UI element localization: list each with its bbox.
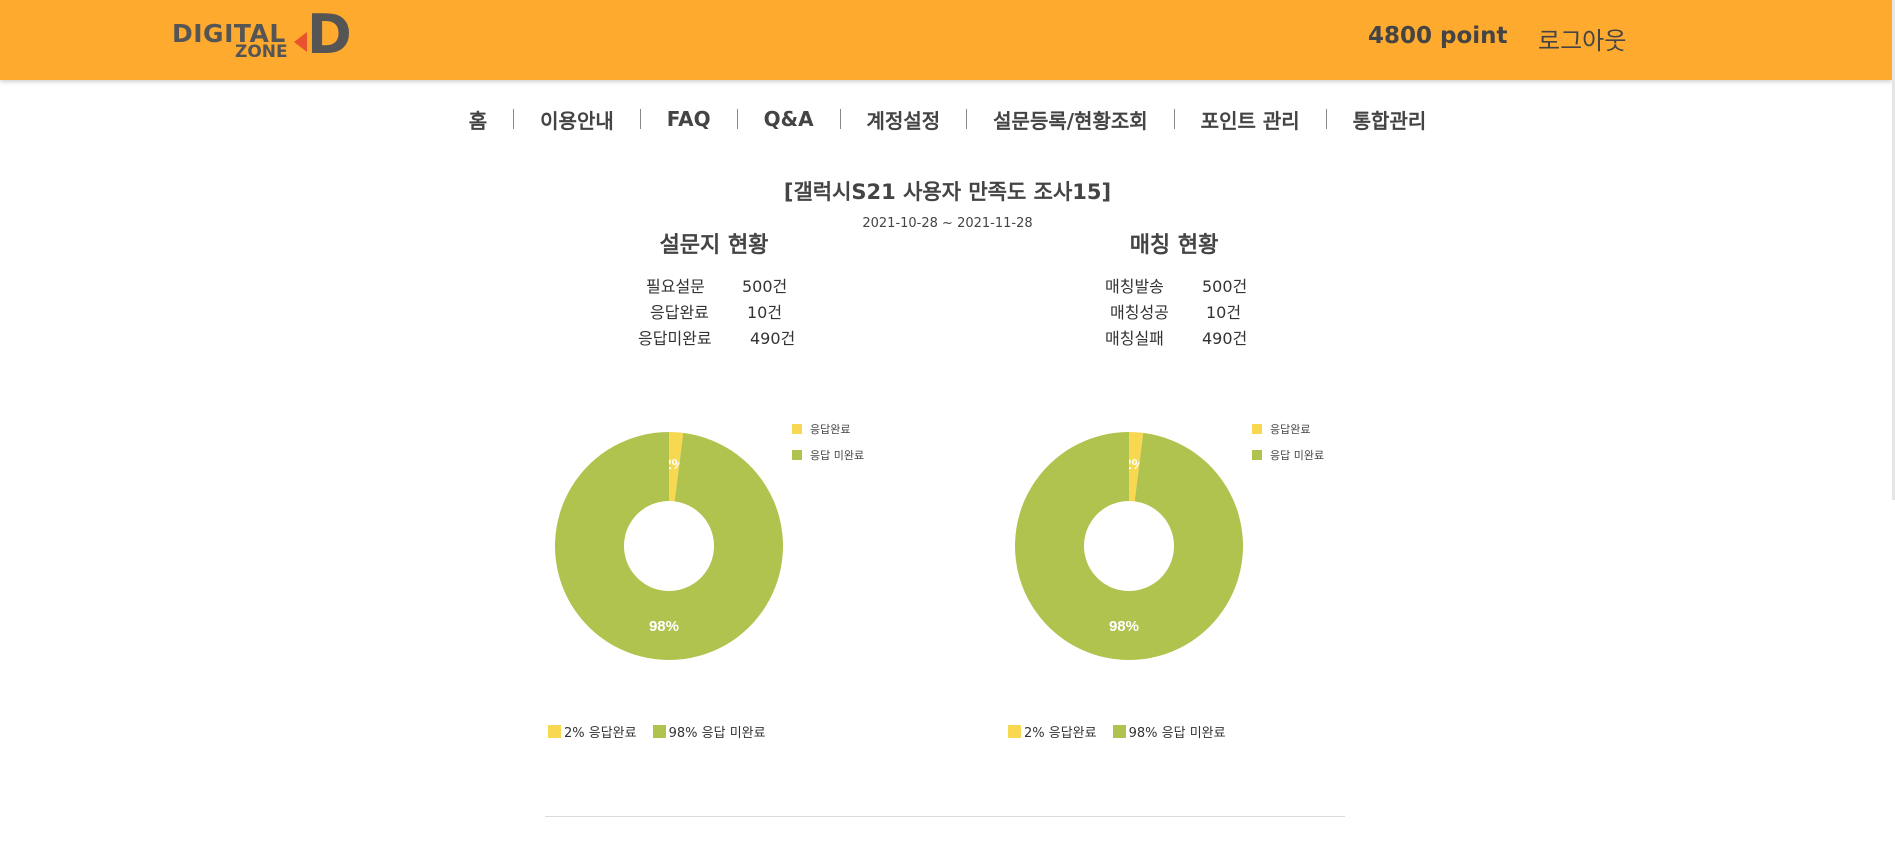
stat-label: 매칭발송 <box>1105 277 1164 296</box>
legend-label: 98% 응답 미완료 <box>668 726 766 741</box>
nav-faq[interactable]: FAQ <box>666 107 712 131</box>
survey-title: [갤럭시S21 사용자 만족도 조사15] <box>783 180 1112 204</box>
legend-label: 2% 응답완료 <box>1024 726 1097 741</box>
legend-swatch-incomplete <box>1112 725 1126 738</box>
chart-bottom-legend: 2% 응답완료 98% 응답 미완료 <box>1008 722 1226 741</box>
matching-donut-chart: 2%98% <box>1015 432 1243 660</box>
legend-swatch-incomplete <box>792 450 802 460</box>
stat-label: 응답완료 <box>650 303 709 322</box>
legend-label: 응답 미완료 <box>810 449 865 462</box>
legend-swatch-completed <box>548 725 561 738</box>
legend-label: 응답 미완료 <box>1270 449 1325 462</box>
nav-survey-register[interactable]: 설문등록/현황조회 <box>992 105 1149 134</box>
legend-swatch-incomplete <box>652 725 666 738</box>
main-nav: 홈 이용안내 FAQ Q&A 계정설정 설문등록/현황조회 포인트 관리 통합관… <box>0 104 1895 134</box>
nav-divider <box>966 109 968 129</box>
legend-label: 응답완료 <box>810 423 851 436</box>
legend-label: 응답완료 <box>1270 423 1311 436</box>
stat-label: 필요설문 <box>646 277 705 296</box>
legend-label: 2% 응답완료 <box>564 726 637 741</box>
stat-label: 매칭성공 <box>1110 303 1169 322</box>
logo-letter-d: D <box>307 3 352 66</box>
nav-divider <box>639 109 641 129</box>
survey-date-range: 2021-10-28 ~ 2021-11-28 <box>862 216 1033 231</box>
donut-data-label: 98% <box>649 618 679 635</box>
nav-home[interactable]: 홈 <box>468 105 488 134</box>
logout-link[interactable]: 로그아웃 <box>1538 21 1626 56</box>
nav-divider <box>736 109 738 129</box>
nav-guide[interactable]: 이용안내 <box>539 105 615 134</box>
chart-legend-item: 응답 미완료 <box>1252 447 1324 463</box>
survey-donut-chart: 2%98% <box>555 432 783 660</box>
chart-legend-item: 응답완료 <box>1252 421 1310 437</box>
nav-account-settings[interactable]: 계정설정 <box>866 105 942 134</box>
legend-swatch-incomplete <box>1252 450 1262 460</box>
stat-label: 응답미완료 <box>638 329 712 348</box>
donut-data-label: 98% <box>1109 618 1139 635</box>
nav-divider <box>839 109 841 129</box>
legend-swatch-completed <box>792 424 802 434</box>
nav-qna[interactable]: Q&A <box>763 107 815 131</box>
nav-divider <box>1173 109 1175 129</box>
logo-arrow-icon <box>294 32 307 52</box>
section-divider <box>545 816 1345 817</box>
legend-swatch-completed <box>1252 424 1262 434</box>
survey-status-heading: 설문지 현황 <box>659 233 769 258</box>
points-balance: 4800 point <box>1368 23 1508 49</box>
stat-value: 500건 <box>1202 277 1248 296</box>
stat-value: 500건 <box>742 277 788 296</box>
top-bar: DIGITAL ZONE D 4800 point 로그아웃 <box>0 0 1892 80</box>
chart-bottom-legend: 2% 응답완료 98% 응답 미완료 <box>548 722 766 741</box>
stat-value: 10건 <box>747 303 783 322</box>
nav-point-management[interactable]: 포인트 관리 <box>1200 105 1301 134</box>
nav-divider <box>513 109 515 129</box>
legend-swatch-completed <box>1008 725 1021 738</box>
digital-zone-logo[interactable]: DIGITAL ZONE D <box>170 8 370 64</box>
logo-text-zone: ZONE <box>235 42 288 62</box>
matching-status-heading: 매칭 현황 <box>1129 233 1219 258</box>
chart-legend-item: 응답 미완료 <box>792 447 864 463</box>
stat-value: 10건 <box>1206 303 1242 322</box>
nav-integrated-management[interactable]: 통합관리 <box>1352 105 1428 134</box>
stat-value: 490건 <box>750 329 796 348</box>
legend-label: 98% 응답 미완료 <box>1128 726 1226 741</box>
stat-value: 490건 <box>1202 329 1248 348</box>
nav-divider <box>1325 109 1327 129</box>
chart-legend-item: 응답완료 <box>792 421 850 437</box>
stat-label: 매칭실패 <box>1105 329 1164 348</box>
